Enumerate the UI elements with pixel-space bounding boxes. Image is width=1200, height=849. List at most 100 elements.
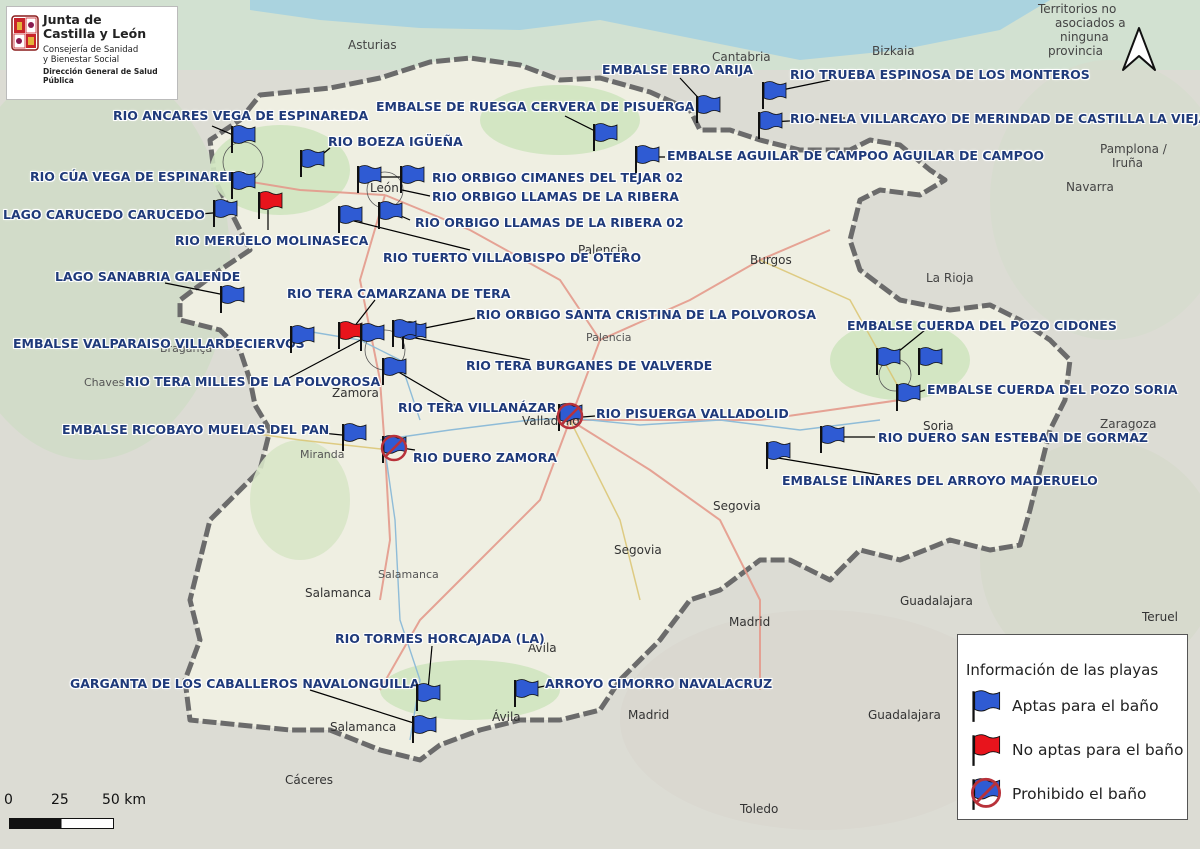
beach-label: RIO TORMES HORCAJADA (LA): [335, 631, 545, 646]
beach-flag[interactable]: [764, 440, 792, 470]
beach-label: RIO TERA VILLANÁZAR: [398, 400, 557, 415]
beach-flag[interactable]: [376, 200, 404, 230]
beach-flag[interactable]: [874, 346, 902, 376]
blue-flag-icon: [876, 347, 901, 375]
beach-flag[interactable]: [916, 346, 944, 376]
beach-label: EMBALSE RICOBAYO MUELAS DEL PAN: [62, 422, 330, 437]
beach-flag[interactable]: [694, 94, 722, 124]
prohibited-flag-icon: [556, 402, 584, 431]
beach-flag[interactable]: [218, 284, 246, 314]
blue-flag-icon: [220, 285, 245, 313]
scale-label: 25: [51, 792, 69, 808]
logo-subtitle: Consejería de Sanidad y Bienestar Social: [43, 45, 138, 65]
prohibited-flag-icon: [970, 777, 1002, 810]
beach-flag[interactable]: [410, 714, 438, 744]
beach-label: EMBALSE DE RUESGA CERVERA DE PISUERGA: [376, 99, 695, 114]
beach-flag[interactable]: [211, 198, 239, 228]
legend-label: No aptas para el baño: [1012, 741, 1184, 759]
blue-flag-icon: [412, 715, 437, 743]
scale-label: 50 km: [102, 792, 147, 808]
place-label: Madrid: [628, 708, 670, 722]
red-flag-icon: [972, 734, 1001, 766]
beach-flag[interactable]: [229, 124, 257, 154]
blue-flag-icon: [762, 81, 787, 109]
beach-flag[interactable]: [229, 170, 257, 200]
blue-flag-icon: [820, 425, 845, 453]
beach-label: LAGO SANABRIA GALENDE: [55, 269, 241, 284]
logo-directorate: Dirección General de Salud Pública: [43, 67, 158, 85]
blue-flag-icon: [360, 323, 385, 351]
scale-label: 0: [4, 792, 13, 808]
beach-label: RIO TERA BURGANES DE VALVERDE: [466, 358, 713, 373]
beach-label: RIO ORBIGO SANTA CRISTINA DE LA POLVOROS…: [476, 307, 817, 322]
blue-flag-icon: [766, 441, 791, 469]
beach-flag[interactable]: [390, 318, 418, 348]
place-label: La Rioja: [926, 271, 974, 285]
beach-flag[interactable]: [756, 110, 784, 140]
blue-flag-icon: [392, 319, 417, 347]
beach-flag[interactable]: [340, 422, 368, 452]
place-label: Palencia: [586, 331, 632, 344]
beach-flag[interactable]: [288, 324, 316, 354]
beach-label: RIO NELA VILLARCAYO DE MERINDAD DE CASTI…: [790, 111, 1200, 126]
beach-flag[interactable]: [591, 122, 619, 152]
beach-flag[interactable]: [556, 402, 584, 432]
beach-flag[interactable]: [894, 382, 922, 412]
place-label: Navarra: [1066, 180, 1114, 194]
beach-label: EMBALSE CUERDA DEL POZO CIDONES: [847, 318, 1117, 333]
place-label: Salamanca: [305, 586, 372, 600]
blue-flag-icon: [514, 679, 539, 707]
place-label: Burgos: [750, 253, 792, 267]
place-label: asociados a: [1055, 16, 1126, 30]
beach-flag[interactable]: [760, 80, 788, 110]
beach-label: RIO BOEZA IGÜEÑA: [328, 134, 463, 149]
place-label: Cáceres: [285, 773, 334, 787]
beach-label: RIO DUERO ZAMORA: [413, 450, 558, 465]
logo-title-line: Castilla y León: [43, 26, 147, 41]
beach-label: EMBALSE CUERDA DEL POZO SORIA: [927, 382, 1178, 397]
blue-flag-icon: [231, 125, 256, 153]
beach-label: RIO MERUELO MOLINASECA: [175, 233, 369, 248]
blue-flag-icon: [300, 149, 325, 177]
beach-flag[interactable]: [355, 164, 383, 194]
beach-label: RIO TRUEBA ESPINOSA DE LOS MONTEROS: [790, 67, 1090, 82]
beach-label: RIO ORBIGO LLAMAS DE LA RIBERA: [432, 189, 679, 204]
blue-flag-icon: [213, 199, 238, 227]
place-label: Iruña: [1112, 156, 1144, 170]
beach-flag[interactable]: [380, 434, 408, 464]
blue-flag-icon: [896, 383, 921, 411]
place-label: Pamplona /: [1100, 142, 1167, 156]
beach-flag[interactable]: [298, 148, 326, 178]
beach-flag[interactable]: [380, 356, 408, 386]
legend-label: Aptas para el baño: [1012, 697, 1159, 715]
map[interactable]: Asturias Cantabria Bizkaia Territorios n…: [0, 0, 1200, 849]
blue-flag-icon: [342, 423, 367, 451]
logo-subtitle-line: y Bienestar Social: [43, 55, 120, 65]
place-label: Teruel: [1142, 610, 1178, 624]
beach-flag[interactable]: [512, 678, 540, 708]
beach-flag[interactable]: [256, 190, 284, 220]
beach-flag[interactable]: [358, 322, 386, 352]
beach-flag[interactable]: [414, 682, 442, 712]
place-label: Bizkaia: [872, 44, 915, 58]
logo-title-line: Junta de: [43, 12, 102, 27]
blue-flag-icon: [918, 347, 943, 375]
blue-flag-icon: [382, 357, 407, 385]
place-label: Segovia: [713, 499, 761, 513]
scale-bar-graphic: [9, 818, 114, 829]
place-label: Asturias: [348, 38, 397, 52]
legend-item-prohibido: Prohibido el baño: [970, 777, 1185, 811]
beach-label: ARROYO CIMORRO NAVALACRUZ: [545, 676, 773, 691]
place-label: Madrid: [729, 615, 771, 629]
beach-label: RIO TERA CAMARZANA DE TERA: [287, 286, 511, 301]
beach-flag[interactable]: [633, 144, 661, 174]
beach-flag[interactable]: [818, 424, 846, 454]
legend: Información de las playas Aptas para el …: [957, 634, 1188, 820]
blue-flag-icon: [635, 145, 660, 173]
place-label: Guadalajara: [868, 708, 941, 722]
beach-flag[interactable]: [398, 164, 426, 194]
beach-label: RIO CÚA VEGA DE ESPINAREDA: [30, 169, 248, 184]
legend-item-apta: Aptas para el baño: [970, 689, 1185, 723]
beach-flag[interactable]: [336, 204, 364, 234]
place-label: Chaves: [84, 376, 125, 389]
